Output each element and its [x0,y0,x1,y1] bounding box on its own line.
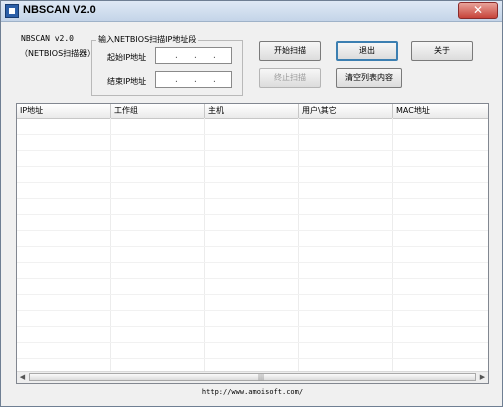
start-scan-button[interactable]: 开始扫描 [259,41,321,61]
scroll-left-icon[interactable]: ◀ [17,372,28,383]
scroll-right-icon[interactable]: ▶ [477,372,488,383]
table-header: IP地址 工作组 主机 用户\其它 MAC地址 [17,104,488,119]
column-header-mac[interactable]: MAC地址 [393,104,488,118]
end-ip-input[interactable]: . . . [155,71,232,88]
row-divider [17,230,488,231]
app-icon [5,4,19,18]
column-header-user[interactable]: 用户\其它 [299,104,393,118]
app-window: NBSCAN V2.0 ✕ NBSCAN v2.0 （NETBIOS扫描器） 输… [0,0,503,407]
row-divider [17,326,488,327]
row-divider [17,358,488,359]
end-ip-label: 结束IP地址 [107,77,147,86]
row-divider [17,310,488,311]
row-divider [17,166,488,167]
ip-range-group-title: 输入NETBIOS扫描IP地址段 [96,34,199,45]
row-divider [17,262,488,263]
stop-scan-button[interactable]: 终止扫描 [259,68,321,88]
about-button[interactable]: 关于 [411,41,473,61]
ip-dot: . [193,51,198,60]
row-divider [17,246,488,247]
close-button[interactable]: ✕ [458,2,498,19]
row-divider [17,278,488,279]
row-divider [17,134,488,135]
column-divider [204,118,205,371]
grip-icon: ||| [258,374,265,381]
window-title: NBSCAN V2.0 [23,4,96,16]
row-divider [17,182,488,183]
row-divider [17,342,488,343]
ip-dot: . [174,75,179,84]
row-divider [17,150,488,151]
website-link[interactable]: http://www.amoisoft.com/ [1,388,503,396]
start-ip-input[interactable]: . . . [155,47,232,64]
horizontal-scrollbar[interactable]: ◀ ||| ▶ [17,371,488,383]
ip-dot: . [212,75,217,84]
title-bar[interactable]: NBSCAN V2.0 ✕ [1,1,502,22]
scrollbar-thumb[interactable]: ||| [29,373,476,381]
exit-button[interactable]: 退出 [336,41,398,61]
column-divider [110,118,111,371]
row-divider [17,214,488,215]
ip-dot: . [212,51,217,60]
start-ip-label: 起始IP地址 [107,53,147,62]
row-divider [17,198,488,199]
column-header-ip[interactable]: IP地址 [17,104,111,118]
app-name-version: NBSCAN v2.0 [21,34,74,43]
row-divider [17,294,488,295]
column-header-workgroup[interactable]: 工作组 [111,104,205,118]
results-table[interactable]: IP地址 工作组 主机 用户\其它 MAC地址 ◀ ||| ▶ [16,103,489,384]
column-divider [392,118,393,371]
column-divider [298,118,299,371]
column-header-host[interactable]: 主机 [205,104,299,118]
ip-dot: . [193,75,198,84]
ip-dot: . [174,51,179,60]
app-subtitle: （NETBIOS扫描器） [20,49,96,58]
clear-list-button[interactable]: 清空列表内容 [336,68,402,88]
